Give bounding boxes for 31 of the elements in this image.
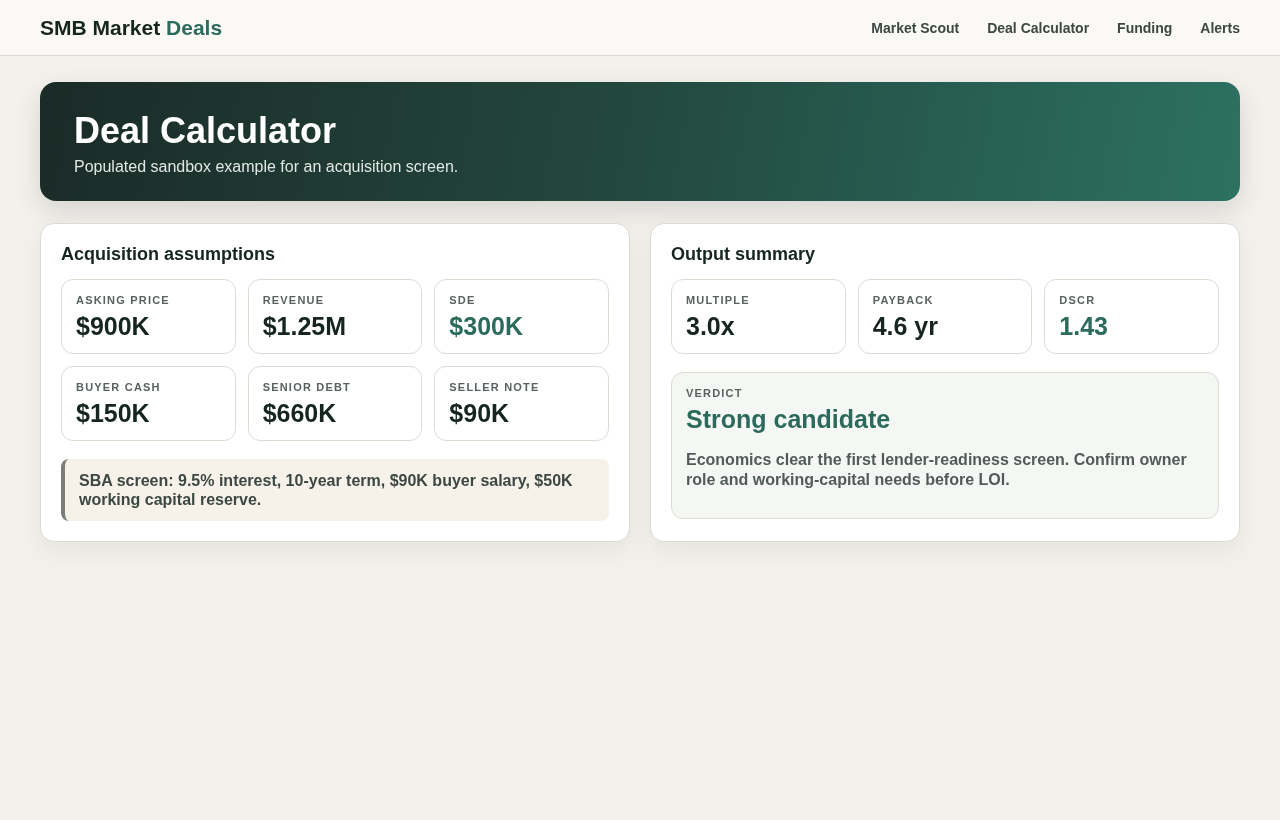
metric-value: $900K [76,312,151,341]
note-text: SBA screen: 9.5% interest, 10-year term, $90K buyer salary, $50K working capital reserve. [79,472,573,509]
hero-title: Deal Calculator [74,110,338,152]
metric-value: 4.6 yr [872,312,939,341]
verdict-title: Strong candidate [686,405,892,434]
card-title: Output summary [671,244,817,265]
metric-value: 1.43 [1059,312,1109,341]
nav-link[interactable]: Alerts [1200,19,1240,36]
verdict-label: VERDICT [686,387,744,399]
metric-label: MULTIPLE [686,294,751,306]
metric-value: $660K [262,399,338,428]
metric-label: ASKING PRICE [76,294,171,306]
metric-label: DSCR [1059,294,1097,306]
metric-value: $150K [76,399,151,428]
verdict-text: Economics clear the first lender-readiness screen. Confirm owner role and working-capital needs before LOI. [686,450,1188,490]
metric-label: SDE [449,294,477,306]
metric-value: 3.0x [686,312,736,341]
nav-link[interactable]: Market Scout [871,19,960,36]
card-title: Acquisition assumptions [61,244,277,265]
metric-value: $1.25M [262,312,348,341]
metric-label: REVENUE [262,294,326,306]
brand-logo[interactable]: SMB Market Deals [40,15,223,40]
metric-label: SENIOR DEBT [262,381,353,393]
nav-link[interactable]: Funding [1117,19,1173,36]
nav-link[interactable]: Deal Calculator [987,19,1090,36]
metric-value: $90K [449,399,511,428]
metric-label: PAYBACK [872,294,935,306]
metric-value: $300K [449,312,524,341]
hero-subtitle: Populated sandbox example for an acquisition screen. [74,158,460,176]
metric-label: BUYER CASH [76,381,162,393]
metric-label: SELLER NOTE [449,381,541,393]
